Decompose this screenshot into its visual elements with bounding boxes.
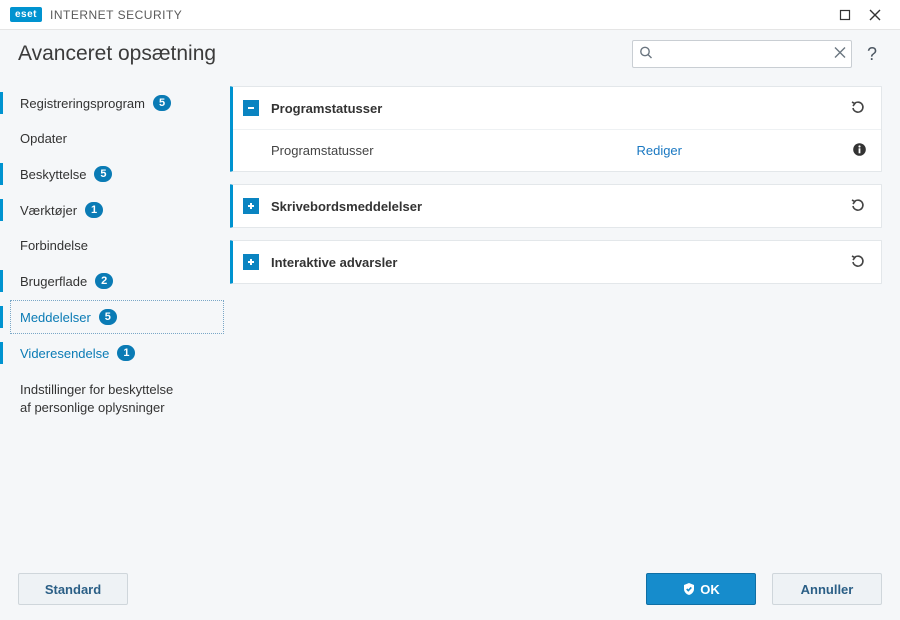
expand-icon [243,254,259,270]
content-area: Programstatusser Programstatusser Redige… [230,86,882,558]
panel-reset-button[interactable] [849,99,867,117]
ok-button-label: OK [700,582,720,597]
brand-logo: eset [10,7,42,22]
sidebar-badge: 2 [95,273,113,289]
panel-toggle[interactable]: Interaktive advarsler [233,241,881,283]
search-clear-button[interactable] [834,47,846,62]
panel-toggle[interactable]: Skrivebordsmeddelelser [233,185,881,227]
panel-title: Skrivebordsmeddelelser [271,199,422,214]
panel-skrivebordsmeddelelser: Skrivebordsmeddelelser [230,184,882,228]
sidebar-badge: 5 [94,166,112,182]
panel-toggle[interactable]: Programstatusser [233,87,881,129]
sidebar-item-privacy[interactable]: Indstillinger for beskyttelse af personl… [10,372,224,425]
footer: Standard OK Annuller [0,558,900,620]
help-button[interactable]: ? [862,44,882,65]
sidebar-item-label: Beskyttelse [20,167,86,182]
undo-icon [849,197,867,215]
sidebar-item-registreringsprogram[interactable]: Registreringsprogram 5 [10,86,224,120]
sidebar-item-vaerktoejer[interactable]: Værktøjer 1 [10,193,224,227]
undo-icon [849,99,867,117]
page-title: Avanceret opsætning [18,42,216,66]
sidebar-item-label: Brugerflade [20,274,87,289]
sidebar-item-label: Indstillinger for beskyttelse [20,381,214,399]
expand-icon [243,198,259,214]
info-button[interactable] [852,142,867,160]
title-bar: eset INTERNET SECURITY [0,0,900,30]
product-name: INTERNET SECURITY [50,8,182,22]
info-icon [852,142,867,157]
undo-icon [849,253,867,271]
sidebar-item-videresendelse[interactable]: Videresendelse 1 [10,336,224,370]
sidebar-item-label: Værktøjer [20,203,77,218]
close-icon [869,9,881,21]
panel-programstatusser: Programstatusser Programstatusser Redige… [230,86,882,172]
sidebar-item-label: Videresendelse [20,346,109,361]
header-row: Avanceret opsætning ? [0,30,900,72]
sidebar-item-label: Opdater [20,131,67,146]
panel-title: Programstatusser [271,101,382,116]
sidebar-item-label: Meddelelser [20,310,91,325]
search-input[interactable] [632,40,852,68]
ok-button[interactable]: OK [646,573,756,605]
sidebar-badge: 5 [153,95,171,111]
panel-reset-button[interactable] [849,253,867,271]
sidebar-item-label: Forbindelse [20,238,88,253]
sidebar: Registreringsprogram 5 Opdater Beskyttel… [10,86,230,558]
sidebar-item-brugerflade[interactable]: Brugerflade 2 [10,264,224,298]
sidebar-badge: 1 [117,345,135,361]
sidebar-item-opdater[interactable]: Opdater [10,122,224,155]
edit-link[interactable]: Rediger [636,143,682,158]
sidebar-item-label: Registreringsprogram [20,96,145,111]
window-close-button[interactable] [860,4,890,26]
sidebar-item-beskyttelse[interactable]: Beskyttelse 5 [10,157,224,191]
setting-row-programstatusser: Programstatusser Rediger [233,129,881,171]
x-icon [834,47,846,59]
window-maximize-button[interactable] [830,4,860,26]
sidebar-item-forbindelse[interactable]: Forbindelse [10,229,224,262]
square-icon [839,9,851,21]
default-button[interactable]: Standard [18,573,128,605]
panel-interaktive-advarsler: Interaktive advarsler [230,240,882,284]
sidebar-item-label: af personlige oplysninger [20,399,214,417]
row-label: Programstatusser [271,143,374,158]
sidebar-item-meddelelser[interactable]: Meddelelser 5 [10,300,224,334]
cancel-button[interactable]: Annuller [772,573,882,605]
search-wrap [632,40,852,68]
shield-icon [682,582,696,596]
sidebar-badge: 5 [99,309,117,325]
sidebar-badge: 1 [85,202,103,218]
panel-title: Interaktive advarsler [271,255,397,270]
collapse-icon [243,100,259,116]
panel-reset-button[interactable] [849,197,867,215]
